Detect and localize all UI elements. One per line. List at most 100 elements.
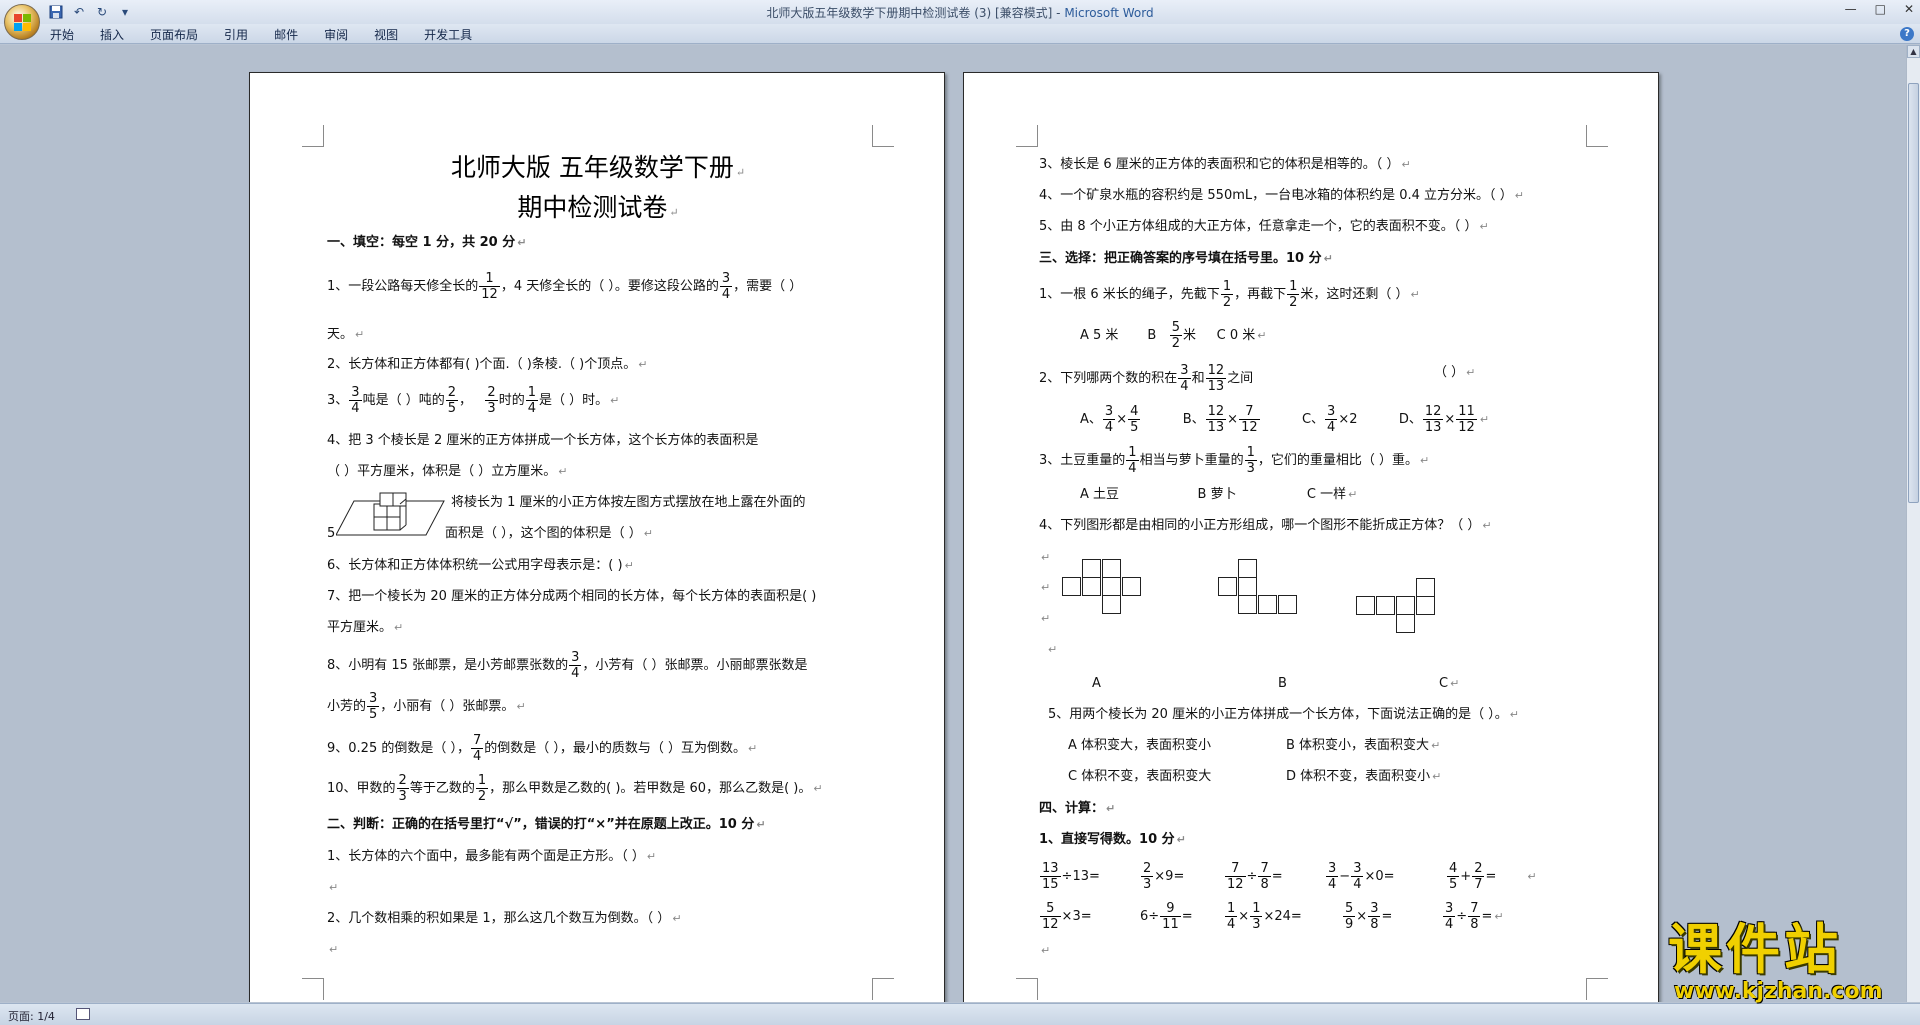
question-7-cont: 平方厘米。 ↵ [327,620,404,635]
document-area[interactable]: 北师大版 五年级数学下册 ↵ 期中检测试卷 ↵ 一、填空：每空 1 分，共 20 分… [0,45,1906,1002]
window-controls: — □ ✕ [1845,2,1914,16]
crop-mark [302,978,324,1000]
office-button[interactable] [4,4,40,40]
judge-1: 1、长方体的六个面中，最多能有两个面是正方形。（ ） ↵ [327,849,657,864]
cube-net-a [1062,559,1142,619]
question-2: 2、长方体和正方体都有( )个面.（ )条棱.（ )个顶点。 ↵ [327,357,648,372]
cube-net-c [1356,578,1436,638]
tab-insert[interactable]: 插入 [100,26,124,43]
choice-5-option-b: B 体积变小，表面积变大 ↵ [1286,738,1441,753]
question-5-number: 5 [327,526,336,541]
title-bar: ↶ ↻ ▾ 北师大版五年级数学下册期中检测试卷 (3) [兼容模式] - Mic… [0,0,1920,24]
question-5: 将棱长为 1 厘米的小正方体按左图方式摆放在地上露在外面的 [451,495,806,510]
choice-2-blank: （ ） ↵ [1434,365,1476,380]
net-label-a: A [1092,676,1101,691]
choice-2: 2、下列哪两个数的积在 3 4 和 12 13 之间 [1039,363,1254,394]
watermark-url: www.kjzhan.com [1674,979,1883,1004]
cube-stack-figure [336,492,445,536]
choice-5-option-a: A 体积变大，表面积变小 [1068,738,1212,753]
question-8-cont: 小芳的 3 5 ，小丽有（ ）张邮票。 ↵ [327,691,526,722]
proofing-icon[interactable] [76,1008,90,1020]
question-10: 10、甲数的 2 3 等于乙数的 1 2 ，那么甲数是乙数的( )。若甲数是 60，那么乙数… [327,773,823,804]
ribbon-tabs: 开始 插入 页面布局 引用 邮件 审阅 视图 开发工具 ? [0,24,1920,44]
empty-paragraph: ↵ [329,881,339,894]
cube-net-b [1218,559,1298,619]
app-name: Microsoft Word [1064,6,1154,20]
crop-mark [302,125,324,147]
scroll-up-icon[interactable]: ▲ [1907,45,1920,58]
choice-4: 4、下列图形都是由相同的小正方形组成，哪一个图形不能折成正方体？（ ） ↵ [1039,518,1492,533]
question-3: 3、 3 4 吨是（ ）吨的 2 5， 2 3 时的 1 4 是（ ）时。 ↵ [327,385,620,416]
document-page-1[interactable]: 北师大版 五年级数学下册 ↵ 期中检测试卷 ↵ 一、填空：每空 1 分，共 20 分… [249,72,945,1002]
empty-paragraph: ↵ [1041,944,1051,957]
empty-paragraph: ↵ [329,943,339,956]
vertical-scrollbar[interactable]: ▲ [1906,45,1920,1002]
doc-title-line2: 期中检测试卷 ↵ [517,193,679,222]
tab-mailings[interactable]: 邮件 [274,26,298,43]
judge-5: 5、由 8 个小正方体组成的大正方体，任意拿走一个，它的表面积不变。（ ） ↵ [1039,219,1489,234]
choice-5-option-d: D 体积不变，表面积变小 ↵ [1286,769,1442,784]
crop-mark [1016,125,1038,147]
calc-8: 1 4 × 1 3 ×24= [1225,901,1302,932]
section-heading-judge: 二、判断：正确的在括号里打“√”，错误的打“×”并在原题上改正。10 分 ↵ [327,817,766,832]
crop-mark [1586,978,1608,1000]
crop-mark [1586,125,1608,147]
net-label-b: B [1278,676,1287,691]
choice-3: 3、土豆重量的 1 4 相当与萝卜重量的 1 3 ，它们的重量相比（ ）重。 ↵ [1039,445,1430,476]
question-1: 1、一段公路每天修全长的 1 12 ，4 天修全长的（ ）。要修这段公路的 3 4 ，需要（… [327,271,803,302]
window-title: 北师大版五年级数学下册期中检测试卷 (3) [兼容模式] - Microsoft… [0,4,1920,21]
section-heading-choice: 三、选择：把正确答案的序号填在括号里。10 分 ↵ [1039,251,1333,266]
calc-6: 5 12 ×3= [1040,901,1092,932]
status-bar: 页面: 1/4 [0,1003,1920,1025]
document-name: 北师大版五年级数学下册期中检测试卷 (3) [兼容模式] - [766,6,1065,20]
crop-mark [1016,978,1038,1000]
judge-3: 3、棱长是 6 厘米的正方体的表面积和它的体积是相等的。（ ） ↵ [1039,157,1411,172]
page-count[interactable]: 页面: 1/4 [8,1008,55,1024]
question-1-cont: 天。 ↵ [327,327,365,342]
office-logo-icon [14,14,32,32]
doc-title-line1: 北师大版 五年级数学下册 ↵ [450,153,746,182]
choice-1: 1、一根 6 米长的绳子，先截下 1 2 ，再截下 1 2 米，这时还剩（ ） ↵ [1039,279,1420,310]
document-page-2[interactable]: 3、棱长是 6 厘米的正方体的表面积和它的体积是相等的。（ ） ↵ 4、一个矿泉水… [963,72,1659,1002]
tab-home[interactable]: 开始 [50,26,74,43]
empty-paragraph: ↵ [1041,612,1051,625]
empty-paragraph: ↵ [1041,581,1051,594]
calc-4: 3 4−3 4 ×0= [1326,861,1395,892]
question-5-cont: 面积是（ ），这个图的体积是（ ） ↵ [445,526,653,541]
empty-paragraph: ↵ [1041,551,1051,564]
question-6: 6、长方体和正方体体积统一公式用字母表示是：( ) ↵ [327,558,634,573]
question-4: 4、把 3 个棱长是 2 厘米的正方体拼成一个长方体，这个长方体的表面积是 [327,433,759,448]
calc-9: 5 9 × 3 8 = [1343,901,1393,932]
close-button[interactable]: ✕ [1904,2,1914,16]
tab-developer[interactable]: 开发工具 [424,26,472,43]
question-7: 7、把一个棱长为 20 厘米的正方体分成两个相同的长方体，每个长方体的表面积是(… [327,589,817,604]
choice-5: 5、用两个棱长为 20 厘米的小正方体拼成一个长方体，下面说法正确的是（ ）。 ↵ [1048,707,1519,722]
calc-5: 4 5 +2 7 = ↵ [1447,861,1537,892]
watermark-logo: 课件站 [1668,918,1842,981]
judge-2: 2、几个数相乘的积如果是 1，那么这几个数互为倒数。（ ） ↵ [327,911,682,926]
question-8: 8、小明有 15 张邮票，是小芳邮票张数的 3 4 ，小芳有（ ）张邮票。小丽邮票张数… [327,650,808,681]
calc-3: 7 12 ÷ 7 8 = [1225,861,1283,892]
subsection-direct-calc: 1、直接写得数。10 分 ↵ [1039,832,1186,847]
judge-4: 4、一个矿泉水瓶的容积约是 550mL，一台电冰箱的体积约是 0.4 立方分米。… [1039,188,1524,203]
choice-1-options: A 5 米 B 52米 C 0 米 ↵ [1080,320,1267,351]
section-heading-fill: 一、填空：每空 1 分，共 20 分 ↵ [327,235,527,250]
scroll-thumb[interactable] [1908,83,1919,503]
tab-review[interactable]: 审阅 [324,26,348,43]
net-label-c: C ↵ [1439,676,1460,691]
minimize-button[interactable]: — [1845,2,1857,16]
crop-mark [872,125,894,147]
tab-page-layout[interactable]: 页面布局 [150,26,198,43]
choice-5-option-c: C 体积不变，表面积变大 [1068,769,1212,784]
tab-view[interactable]: 视图 [374,26,398,43]
question-9: 9、0.25 的倒数是（ ）， 7 4 的倒数是（ ），最小的质数与（ ）互为倒数。 ↵ [327,733,758,764]
help-icon[interactable]: ? [1900,27,1914,41]
calc-7: 6÷ 9 11 = [1140,901,1193,932]
empty-paragraph: ↵ [1048,643,1058,656]
question-4-cont: （ ）平方厘米，体积是（ ）立方厘米。 ↵ [327,464,568,479]
section-heading-calc: 四、计算： ↵ [1039,801,1116,816]
site-watermark: 课件站 www.kjzhan.com [1668,918,1908,1004]
tab-references[interactable]: 引用 [224,26,248,43]
maximize-button[interactable]: □ [1875,2,1886,16]
crop-mark [872,978,894,1000]
